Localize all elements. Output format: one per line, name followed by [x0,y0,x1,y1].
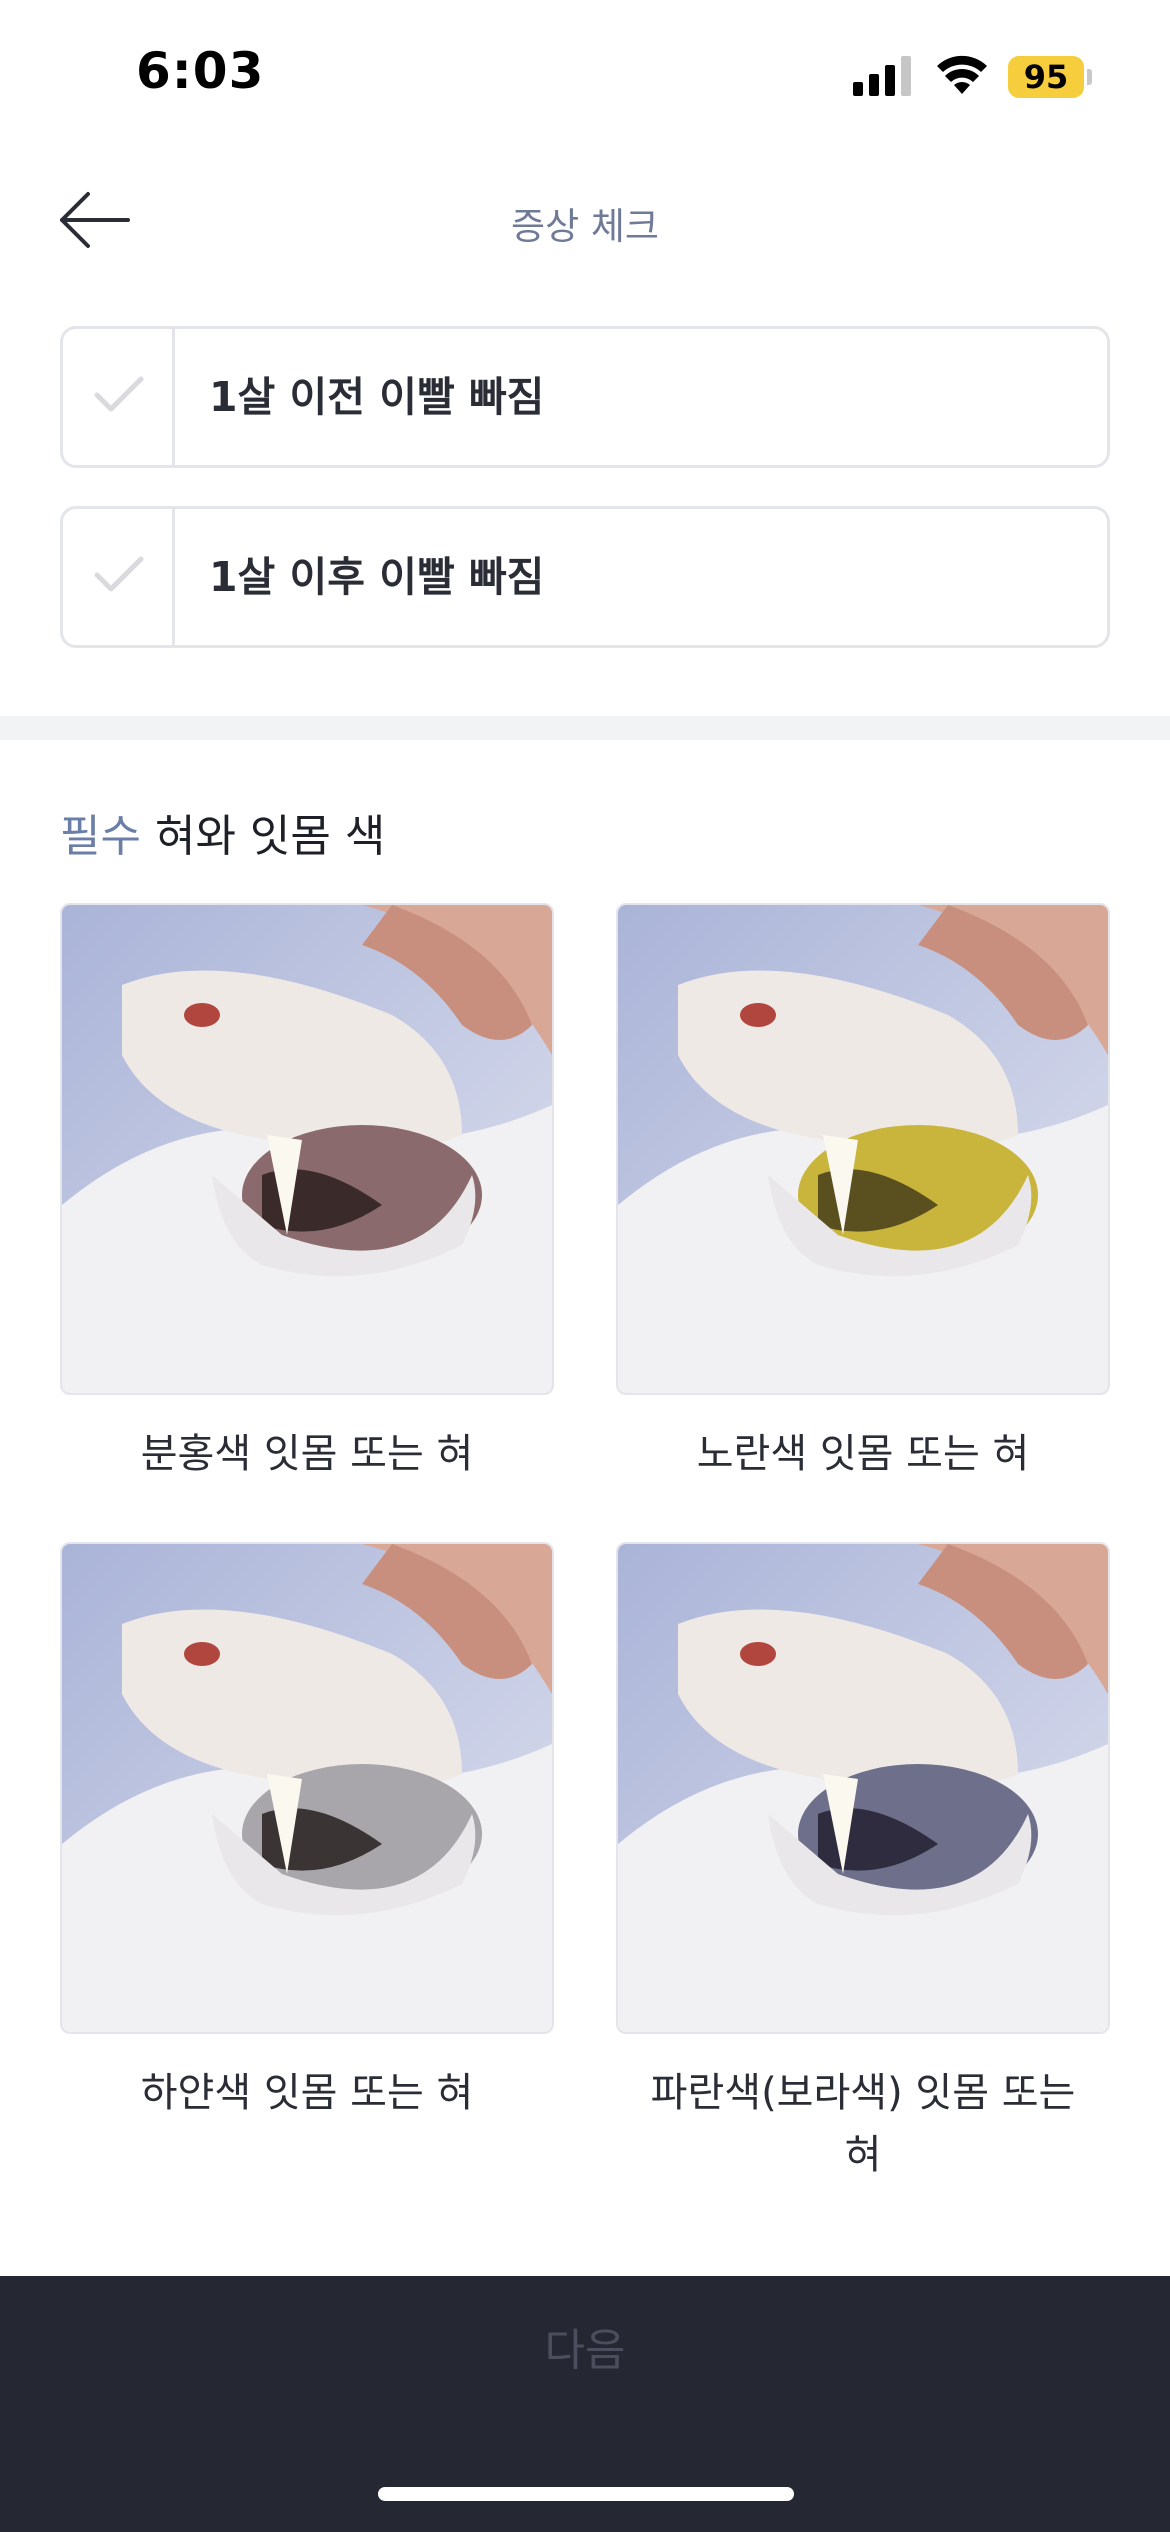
symptom-check-screen: 6:03 95 증상 체크 1살 이전 이빨 빠짐 1살 이후 이빨 빠짐 필수… [0,0,1170,2532]
checkbox-label: 1살 이후 이빨 빠짐 [209,553,545,601]
symptom-checkbox-row[interactable]: 1살 이전 이빨 빠짐 [60,326,1110,468]
section-divider [0,716,1170,740]
required-tag: 필수 [60,811,141,862]
checkbox-label: 1살 이전 이빨 빠짐 [209,373,545,421]
cellular-signal-icon [853,56,911,96]
cat-mouth-image [618,1544,1108,2032]
nav-header: 증상 체크 [0,170,1170,270]
status-bar: 6:03 95 [0,0,1170,150]
battery-icon: 95 [1008,56,1092,98]
wifi-icon [937,55,987,94]
home-indicator[interactable] [378,2487,794,2501]
next-button[interactable]: 다음 [0,2276,1170,2426]
option-label: 분홍색 잇몸 또는 혀 [140,1431,474,1477]
battery-tip [1087,69,1092,85]
cat-mouth-photo[interactable] [616,903,1110,1395]
cat-mouth-image [618,905,1108,1393]
checkbox[interactable] [63,329,175,465]
symptom-checkbox-row[interactable]: 1살 이후 이빨 빠짐 [60,506,1110,648]
section-title: 혀와 잇몸 색 [154,811,386,862]
gum-color-option[interactable]: 노란색 잇몸 또는 혀 [616,903,1110,1485]
option-label: 하얀색 잇몸 또는 혀 [140,2070,474,2116]
battery-percent: 95 [1023,58,1069,96]
option-label: 파란색(보라색) 잇몸 또는 혀 [650,2070,1076,2178]
cat-mouth-photo[interactable] [60,903,554,1395]
gum-color-option[interactable]: 분홍색 잇몸 또는 혀 [60,903,554,1485]
cat-mouth-image [62,905,552,1393]
cat-mouth-photo[interactable] [60,1542,554,2034]
check-icon [94,556,144,592]
cat-mouth-photo[interactable] [616,1542,1110,2034]
cat-mouth-image [62,1544,552,2032]
section-heading: 필수 혀와 잇몸 색 [60,800,385,864]
gum-color-option[interactable]: 하얀색 잇몸 또는 혀 [60,1542,554,2124]
page-title: 증상 체크 [511,205,659,248]
option-label: 노란색 잇몸 또는 혀 [696,1431,1030,1477]
gum-color-option[interactable]: 파란색(보라색) 잇몸 또는 혀 [616,1542,1110,2186]
checkbox[interactable] [63,509,175,645]
status-time: 6:03 [136,42,265,100]
check-icon [94,376,144,412]
